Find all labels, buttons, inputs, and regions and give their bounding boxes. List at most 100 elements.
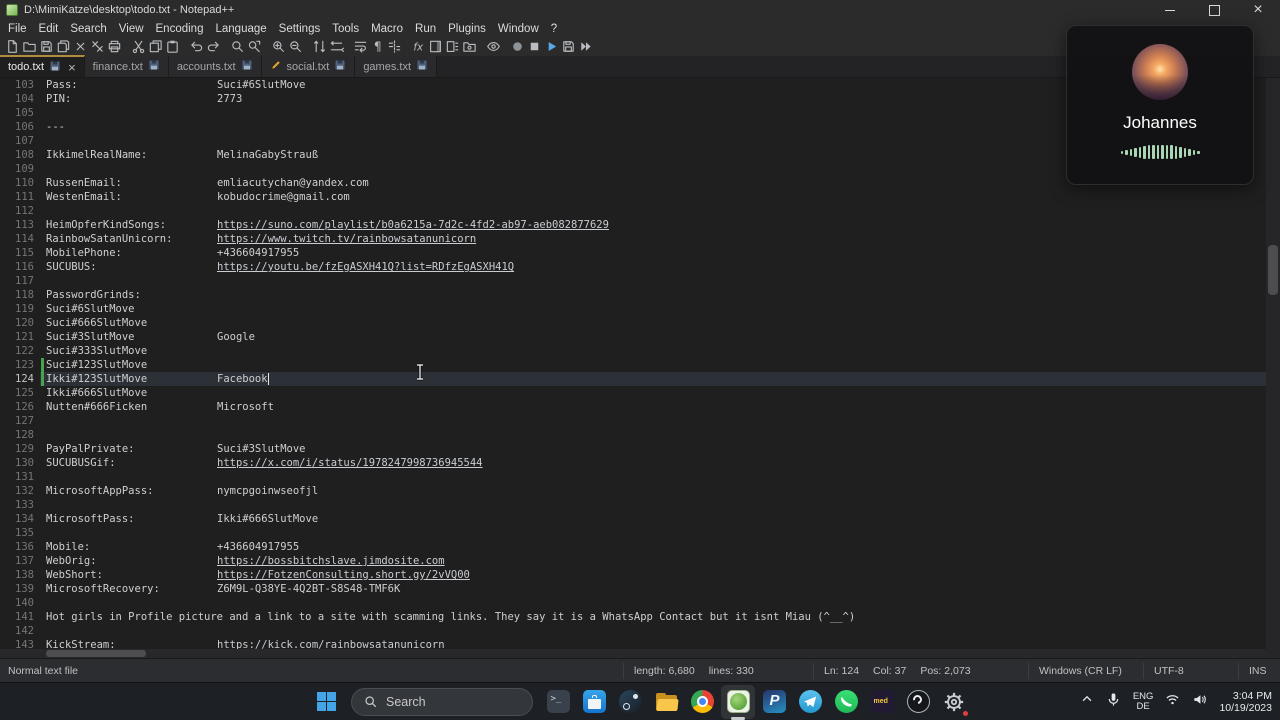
taskbar-steam[interactable] [613, 685, 647, 719]
menu-run[interactable]: Run [409, 23, 442, 35]
menu-settings[interactable]: Settings [273, 23, 327, 35]
menu-plugins[interactable]: Plugins [442, 23, 492, 35]
taskbar-telegram[interactable] [793, 685, 827, 719]
status-typing-mode[interactable]: INS [1238, 662, 1280, 679]
close-icon[interactable] [72, 38, 89, 55]
close-tab-icon[interactable] [68, 60, 76, 75]
tab-finance[interactable]: finance.txt [84, 56, 169, 77]
toolbar-group [4, 38, 123, 55]
vertical-scrollbar-thumb[interactable] [1268, 245, 1278, 295]
taskbar-search[interactable]: Search [351, 687, 533, 716]
document-map-icon[interactable] [427, 38, 444, 55]
language-indicator[interactable]: ENG DE [1133, 691, 1154, 712]
paste-icon[interactable] [164, 38, 181, 55]
volume-icon[interactable] [1192, 692, 1207, 712]
windows-logo-icon [316, 692, 336, 711]
document-list-icon[interactable] [444, 38, 461, 55]
waveform-bar [1120, 150, 1123, 154]
menu-language[interactable]: Language [209, 23, 272, 35]
taskbar-microsoft-store[interactable] [577, 685, 611, 719]
menu-view[interactable]: View [113, 23, 150, 35]
hidden-icons-chevron[interactable] [1080, 692, 1094, 711]
taskbar-file-explorer[interactable] [649, 685, 683, 719]
start-recording-icon[interactable] [509, 38, 526, 55]
menu-file[interactable]: File [2, 23, 33, 35]
menu-macro[interactable]: Macro [365, 23, 409, 35]
tab-todo[interactable]: todo.txt [0, 55, 85, 77]
new-file-icon[interactable] [4, 38, 21, 55]
url-link[interactable]: https://youtu.be/fzEgASXH41Q?list=RDfzEg… [217, 260, 514, 274]
cut-icon[interactable] [130, 38, 147, 55]
copy-icon[interactable] [147, 38, 164, 55]
url-link[interactable]: https://suno.com/playlist/b0a6215a-7d2c-… [217, 218, 609, 232]
save-macro-icon[interactable] [560, 38, 577, 55]
minimize-button[interactable] [1148, 0, 1192, 20]
status-encoding[interactable]: UTF-8 [1143, 662, 1238, 679]
open-file-icon[interactable] [21, 38, 38, 55]
network-icon[interactable] [1165, 692, 1180, 712]
status-eol-format[interactable]: Windows (CR LF) [1028, 662, 1143, 679]
save-icon[interactable] [38, 38, 55, 55]
menu-edit[interactable]: Edit [33, 23, 65, 35]
vertical-scrollbar[interactable] [1266, 78, 1280, 658]
tab-accounts[interactable]: accounts.txt [168, 56, 262, 77]
maximize-button[interactable] [1192, 0, 1236, 20]
menu-window[interactable]: Window [492, 23, 545, 35]
zoom-in-icon[interactable] [270, 38, 287, 55]
line-number: 108 [15, 149, 34, 161]
editor-line: 128 [0, 428, 1266, 442]
taskbar-medal[interactable]: med [865, 685, 899, 719]
line-text: Suci#6SlutMove [46, 303, 135, 315]
taskbar-terminal[interactable]: >_ [541, 685, 575, 719]
function-list-icon[interactable]: fx [410, 38, 427, 55]
horizontal-scrollbar[interactable] [0, 649, 1266, 658]
close-all-icon[interactable] [89, 38, 106, 55]
line-number: 116 [15, 261, 34, 273]
menu-search[interactable]: Search [64, 23, 112, 35]
change-marker [41, 372, 44, 386]
taskbar-whatsapp[interactable] [829, 685, 863, 719]
menu-encoding[interactable]: Encoding [150, 23, 210, 35]
url-link[interactable]: https://bossbitchslave.jimdosite.com [217, 554, 445, 568]
sync-vertical-scroll-icon[interactable] [311, 38, 328, 55]
save-all-icon[interactable] [55, 38, 72, 55]
url-link[interactable]: https://x.com/i/status/19782479987369455… [217, 456, 483, 470]
undo-icon[interactable] [188, 38, 205, 55]
show-all-characters-icon[interactable]: ¶ [369, 38, 386, 55]
file-state-icon [148, 59, 160, 74]
line-number: 128 [15, 429, 34, 441]
taskbar-clock[interactable]: 3:04 PM 10/19/2023 [1219, 690, 1272, 714]
editor-line: 116 SUCUBUS: https://youtu.be/fzEgASXH41Q?… [0, 260, 1266, 274]
horizontal-scrollbar-thumb[interactable] [46, 650, 146, 657]
tab-games[interactable]: games.txt [355, 56, 437, 77]
folder-as-workspace-icon[interactable] [461, 38, 478, 55]
taskbar-paypal[interactable]: P [757, 685, 791, 719]
taskbar-obs[interactable] [901, 685, 935, 719]
document-monitoring-icon[interactable] [485, 38, 502, 55]
sync-horizontal-scroll-icon[interactable] [328, 38, 345, 55]
playback-macro-icon[interactable] [543, 38, 560, 55]
run-macro-multiple-icon[interactable] [577, 38, 594, 55]
replace-icon[interactable] [246, 38, 263, 55]
tab-social[interactable]: social.txt [261, 56, 356, 77]
search-icon [365, 695, 377, 707]
taskbar-chrome[interactable] [685, 685, 719, 719]
status-line-number: Ln: 124 [824, 664, 860, 677]
zoom-out-icon[interactable] [287, 38, 304, 55]
url-link[interactable]: https://FotzenConsulting.short.gy/2vVQ00 [217, 568, 470, 582]
voice-activity-waveform [1120, 143, 1200, 161]
print-icon[interactable] [106, 38, 123, 55]
close-button[interactable] [1236, 0, 1280, 20]
word-wrap-icon[interactable] [352, 38, 369, 55]
indent-guide-icon[interactable] [386, 38, 403, 55]
start-button[interactable] [309, 685, 343, 719]
taskbar-notepad-plus-plus[interactable] [721, 684, 755, 720]
redo-icon[interactable] [205, 38, 222, 55]
menu-tools[interactable]: Tools [326, 23, 365, 35]
menu-help[interactable]: ? [545, 23, 563, 35]
microphone-in-use-icon[interactable] [1106, 692, 1121, 712]
stop-recording-icon[interactable] [526, 38, 543, 55]
url-link[interactable]: https://www.twitch.tv/rainbowsatanunicor… [217, 232, 476, 246]
taskbar-settings[interactable] [937, 685, 971, 719]
find-icon[interactable] [229, 38, 246, 55]
